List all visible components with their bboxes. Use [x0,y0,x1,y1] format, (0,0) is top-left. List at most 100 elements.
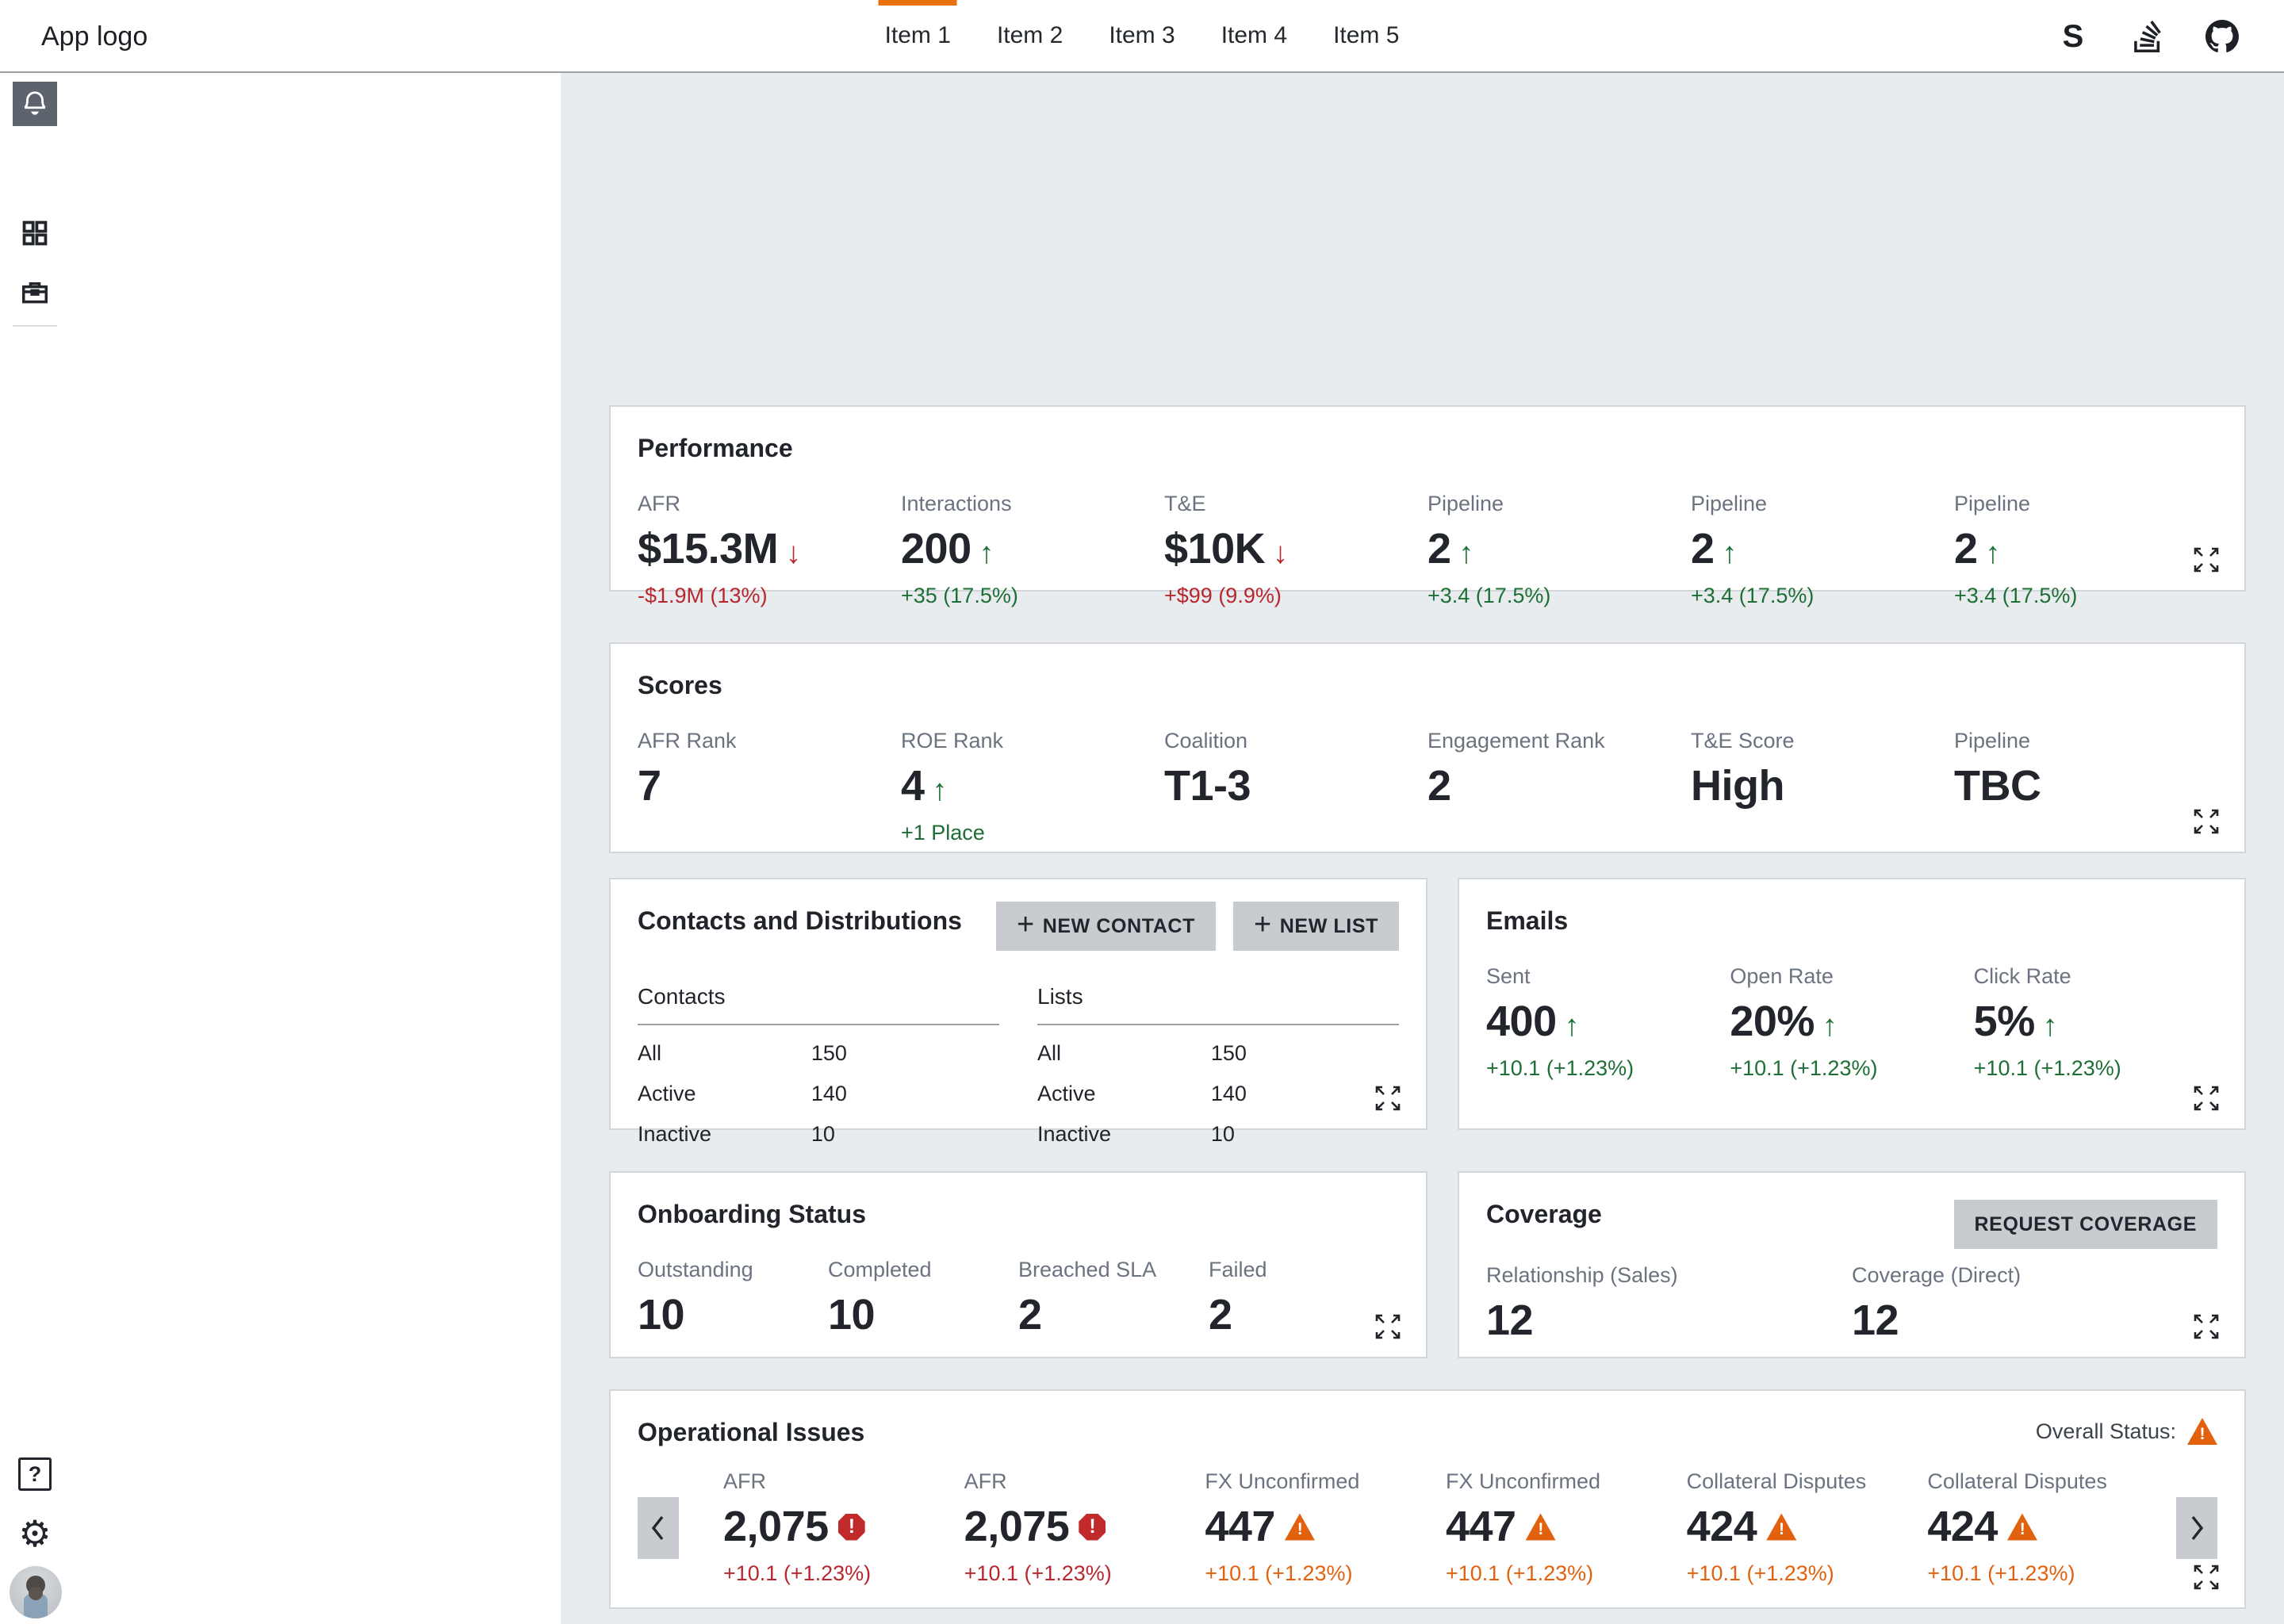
up-arrow-icon: ↑ [979,538,994,569]
request-coverage-button[interactable]: REQUEST COVERAGE [1954,1200,2217,1249]
down-arrow-icon: ↓ [1273,538,1288,569]
metric-afr-issues-2: AFR 2,075 +10.1 (+1.23%) [964,1469,1205,1586]
expand-icon[interactable] [1370,1081,1405,1116]
up-arrow-icon: ↑ [1986,538,2001,569]
metric-coalition: Coalition T1-3 [1164,729,1428,845]
coverage-metrics: Relationship (Sales) 12 Coverage (Direct… [1486,1263,2217,1342]
operational-metrics: AFR 2,075 +10.1 (+1.23%) AFR 2,075 +10.1… [723,1469,2168,1586]
app-logo: App logo [41,0,148,73]
metric-pipeline-3: Pipeline 2↑ +3.4 (17.5%) [1954,492,2217,608]
main-content: Performance AFR $15.3M↓ -$1.9M (13%) Int… [561,73,2284,1624]
coverage-card: Coverage REQUEST COVERAGE Relationship (… [1458,1171,2246,1358]
chevron-right-icon [2186,1513,2207,1543]
onboarding-card: Onboarding Status Outstanding 10 Complet… [609,1171,1428,1358]
metric-roe-rank: ROE Rank 4↑ +1 Place [901,729,1164,845]
metric-fx-unconfirmed-1: FX Unconfirmed 447 +10.1 (+1.23%) [1205,1469,1446,1586]
carousel-prev-button[interactable] [638,1497,679,1559]
expand-icon[interactable] [2189,1309,2224,1344]
warning-icon [1285,1514,1315,1541]
plus-icon [1017,915,1035,938]
metric-relationship-sales: Relationship (Sales) 12 [1486,1263,1852,1342]
s-logo-icon[interactable]: S [2056,19,2090,54]
warning-icon [2007,1514,2037,1541]
metric-engagement-rank: Engagement Rank 2 [1428,729,1691,845]
warning-icon [1526,1514,1556,1541]
scores-metrics: AFR Rank 7 ROE Rank 4↑ +1 Place Coalitio… [638,729,2217,845]
nav-item-5[interactable]: Item 5 [1333,0,1399,72]
metric-coverage-direct: Coverage (Direct) 12 [1852,1263,2217,1342]
expand-icon[interactable] [2189,1081,2224,1116]
main-nav: Item 1 Item 2 Item 3 Item 4 Item 5 [885,0,1400,72]
plus-icon [1254,915,1272,938]
nav-item-4[interactable]: Item 4 [1221,0,1287,72]
chevron-left-icon [648,1513,669,1543]
onboarding-metrics: Outstanding 10 Completed 10 Breached SLA… [638,1258,1399,1337]
warning-icon [1766,1514,1796,1541]
nav-right-icons: S [2056,0,2240,73]
expand-icon[interactable] [2189,542,2224,577]
contacts-table: Contacts All 150 Active 140 Inactive 10 [638,984,999,1147]
avatar-silhouette [10,1566,62,1618]
down-arrow-icon: ↓ [786,538,801,569]
up-arrow-icon: ↑ [1459,538,1474,569]
metric-pipeline-2: Pipeline 2↑ +3.4 (17.5%) [1691,492,1954,608]
contacts-table-header: Contacts [638,984,999,1025]
nav-item-1[interactable]: Item 1 [885,0,951,72]
github-icon[interactable] [2205,19,2240,54]
metric-tande-score: T&E Score High [1691,729,1954,845]
stackoverflow-icon[interactable] [2130,19,2165,54]
metric-outstanding: Outstanding 10 [638,1258,828,1337]
metric-click-rate: Click Rate 5%↑ +10.1 (+1.23%) [1974,964,2217,1081]
nav-item-2[interactable]: Item 2 [997,0,1063,72]
bell-icon [20,89,50,119]
table-row: All 150 [1037,1041,1399,1066]
metric-tande: T&E $10K↓ +$99 (9.9%) [1164,492,1428,608]
metric-open-rate: Open Rate 20%↑ +10.1 (+1.23%) [1730,964,1973,1081]
metric-completed: Completed 10 [828,1258,1018,1337]
metric-collateral-disputes-1: Collateral Disputes 424 +10.1 (+1.23%) [1687,1469,1928,1586]
performance-title: Performance [638,434,2217,463]
help-icon: ? [18,1457,52,1491]
sidebar-item-notifications[interactable] [13,82,57,126]
performance-metrics: AFR $15.3M↓ -$1.9M (13%) Interactions 20… [638,492,2217,608]
up-arrow-icon: ↑ [1723,538,1738,569]
metric-pipeline-1: Pipeline 2↑ +3.4 (17.5%) [1428,492,1691,608]
metric-afr: AFR $15.3M↓ -$1.9M (13%) [638,492,901,608]
sidebar-item-work[interactable] [13,270,57,314]
lists-table-header: Lists [1037,984,1399,1025]
warning-icon [2187,1418,2217,1445]
metric-fx-unconfirmed-2: FX Unconfirmed 447 +10.1 (+1.23%) [1446,1469,1687,1586]
scores-title: Scores [638,671,2217,700]
up-arrow-icon: ↑ [1565,1011,1580,1042]
contacts-card: Contacts and Distributions NEW CONTACT N… [609,878,1428,1130]
lists-table: Lists All 150 Active 140 Inactive 10 [1037,984,1399,1147]
new-contact-button[interactable]: NEW CONTACT [996,902,1216,951]
onboarding-title: Onboarding Status [638,1200,1399,1229]
coverage-title: Coverage [1486,1200,1602,1229]
table-row: All 150 [638,1041,999,1066]
user-avatar[interactable] [10,1566,62,1618]
expand-icon[interactable] [2189,1560,2224,1595]
table-row: Inactive 10 [1037,1122,1399,1147]
sidebar-item-help[interactable]: ? [13,1452,57,1496]
nav-item-3[interactable]: Item 3 [1109,0,1175,72]
gear-icon: ⚙ [18,1515,51,1552]
operational-title: Operational Issues [638,1418,864,1447]
error-icon [1079,1514,1106,1541]
performance-card: Performance AFR $15.3M↓ -$1.9M (13%) Int… [609,405,2246,592]
error-icon [838,1514,865,1541]
up-arrow-icon: ↑ [1822,1011,1838,1042]
grid-icon [20,218,50,248]
metric-interactions: Interactions 200↑ +35 (17.5%) [901,492,1164,608]
sidebar-item-apps[interactable] [13,211,57,255]
emails-card: Emails Sent 400↑ +10.1 (+1.23%) Open Rat… [1458,878,2246,1130]
table-row: Active 140 [638,1082,999,1106]
sidebar-item-settings[interactable]: ⚙ [13,1511,57,1556]
emails-title: Emails [1486,906,2217,936]
metric-pipeline-score: Pipeline TBC [1954,729,2217,845]
expand-icon[interactable] [2189,804,2224,839]
expand-icon[interactable] [1370,1309,1405,1344]
carousel-next-button[interactable] [2176,1497,2217,1559]
sidebar: ? ⚙ [0,73,561,1624]
new-list-button[interactable]: NEW LIST [1233,902,1399,951]
